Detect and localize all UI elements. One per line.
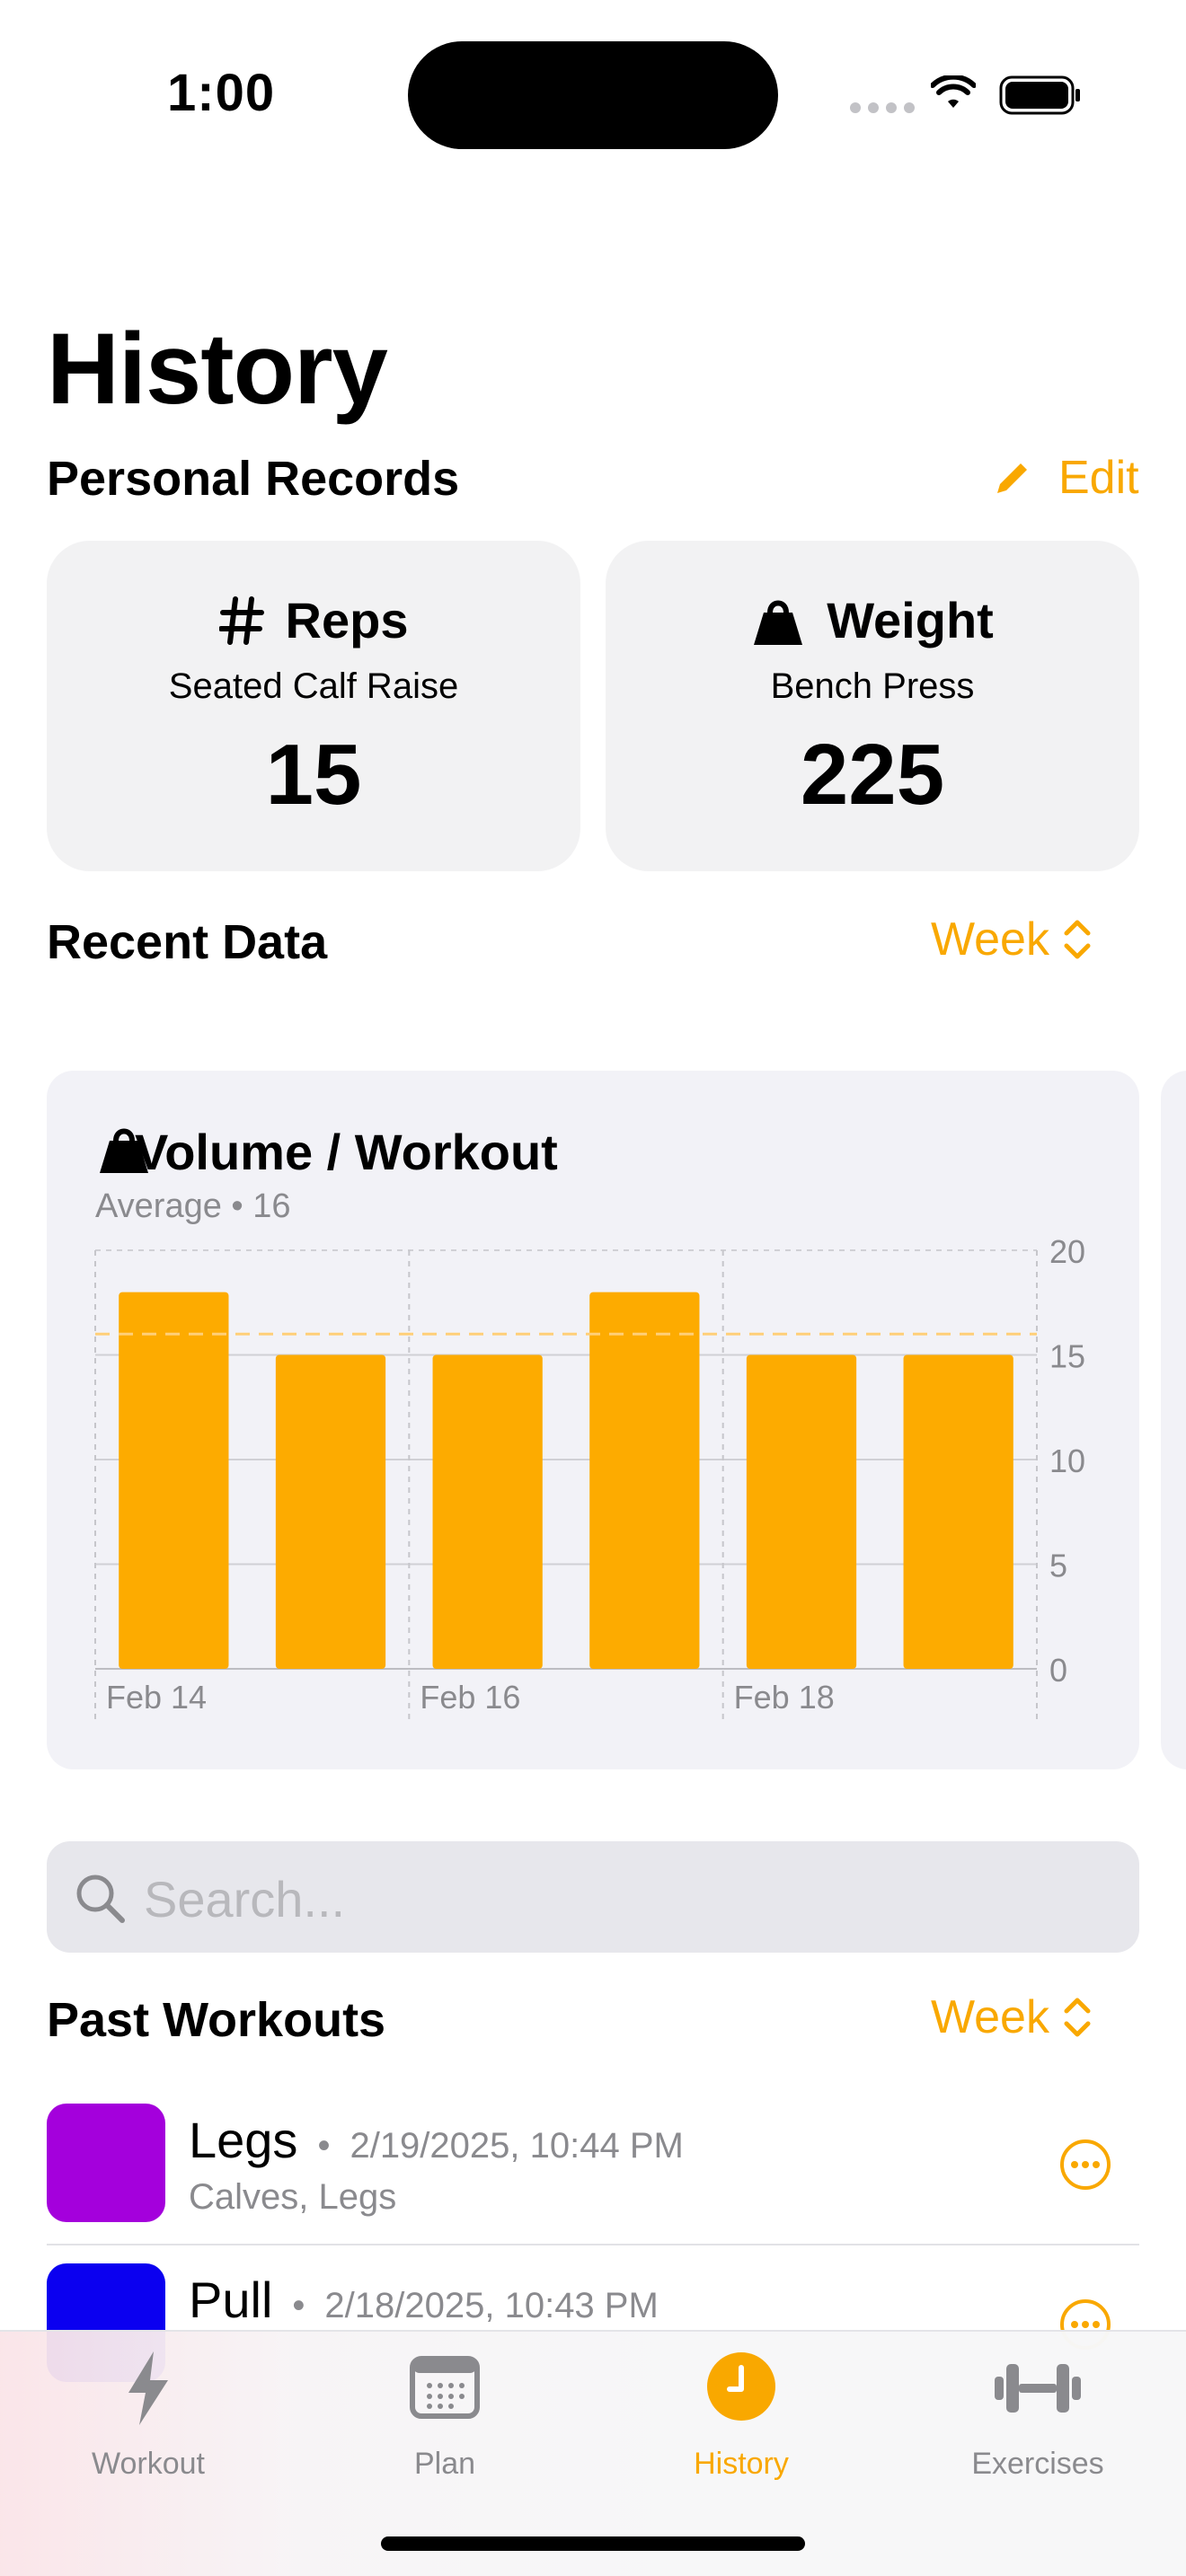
bolt-icon bbox=[128, 2351, 168, 2425]
tab-history[interactable]: History bbox=[593, 2348, 890, 2483]
workout-date: 2/19/2025, 10:44 PM bbox=[350, 2126, 684, 2166]
clock-icon bbox=[707, 2352, 775, 2421]
chart-bar bbox=[432, 1354, 543, 1669]
tab-label: Exercises bbox=[971, 2447, 1104, 2481]
calendar-icon bbox=[410, 2356, 480, 2419]
search-icon bbox=[76, 1875, 125, 1923]
past-workouts-range-picker[interactable]: Week bbox=[931, 1990, 1093, 2044]
tab-label: Plan bbox=[413, 2447, 476, 2481]
tab-workout[interactable]: Workout bbox=[0, 2348, 296, 2483]
more-options-icon[interactable] bbox=[1058, 2138, 1112, 2192]
workout-name: Pull bbox=[189, 2272, 273, 2328]
workout-name: Legs bbox=[189, 2112, 298, 2168]
x-tick-label: Feb 16 bbox=[420, 1679, 520, 1716]
workout-separator: • bbox=[317, 2126, 331, 2166]
y-tick-label: 0 bbox=[1049, 1652, 1067, 1689]
search-placeholder: Search... bbox=[144, 1871, 346, 1928]
workout-header: Legs • 2/19/2025, 10:44 PM bbox=[189, 2111, 684, 2169]
chart-bar bbox=[119, 1292, 229, 1669]
y-tick-label: 20 bbox=[1049, 1233, 1085, 1270]
workout-color-swatch bbox=[47, 2104, 165, 2222]
chart-bar bbox=[903, 1354, 1013, 1669]
chart-bar bbox=[275, 1354, 386, 1669]
y-tick-label: 15 bbox=[1049, 1338, 1085, 1375]
tab-exercises[interactable]: Exercises bbox=[890, 2348, 1186, 2483]
past-workouts-title: Past Workouts bbox=[47, 1993, 386, 2047]
x-tick-label: Feb 18 bbox=[734, 1679, 835, 1716]
chart-bar bbox=[589, 1292, 700, 1669]
workout-header: Pull • 2/18/2025, 10:43 PM bbox=[189, 2271, 659, 2329]
volume-bar-chart: 0 5 10 15 20 Feb 14 Feb 16 Feb 18 bbox=[94, 1233, 1085, 1719]
workout-separator: • bbox=[292, 2286, 305, 2325]
y-tick-label: 10 bbox=[1049, 1442, 1085, 1479]
range-label: Week bbox=[931, 1991, 1049, 2043]
dumbbell-icon bbox=[995, 2364, 1081, 2413]
tab-label: Workout bbox=[92, 2447, 205, 2481]
row-divider bbox=[47, 2244, 1139, 2245]
chevron-up-down-icon bbox=[1064, 1998, 1091, 2037]
home-indicator bbox=[381, 2536, 805, 2551]
y-tick-label: 5 bbox=[1049, 1548, 1067, 1584]
x-tick-label: Feb 14 bbox=[106, 1679, 207, 1716]
workout-date: 2/18/2025, 10:43 PM bbox=[324, 2286, 659, 2325]
chart-bar bbox=[746, 1354, 857, 1669]
tab-label: History bbox=[694, 2447, 789, 2481]
workout-tags: Calves, Legs bbox=[189, 2177, 397, 2217]
tab-plan[interactable]: Plan bbox=[296, 2348, 593, 2483]
